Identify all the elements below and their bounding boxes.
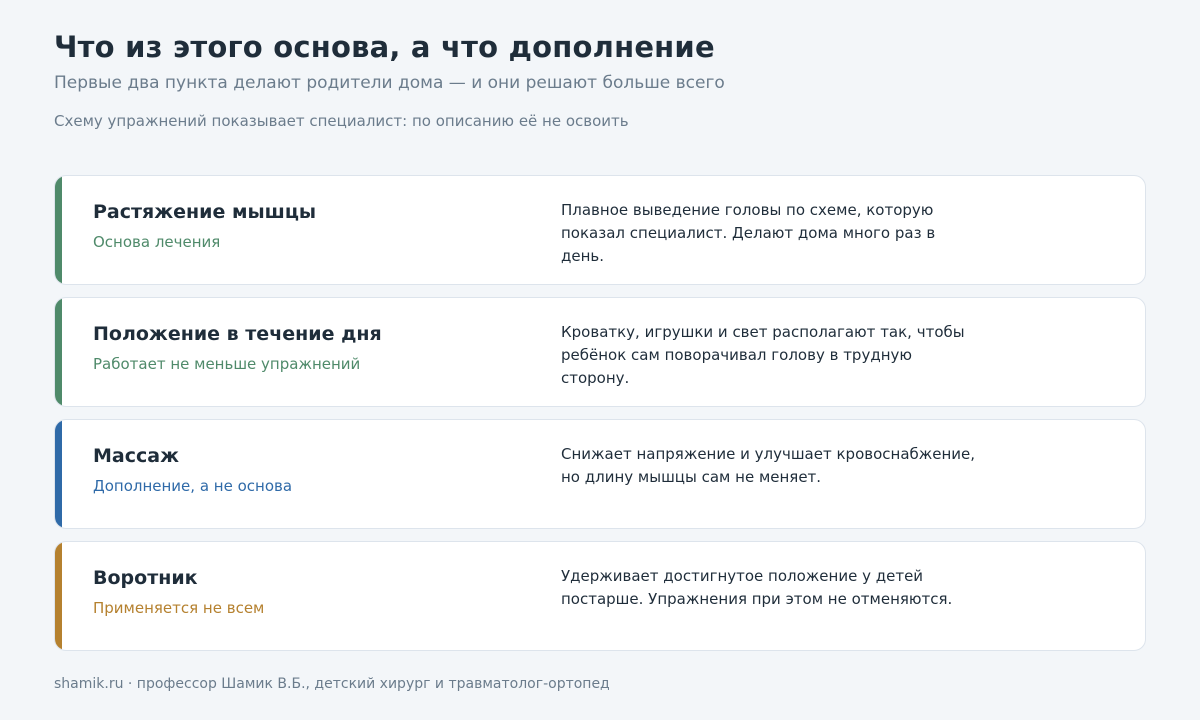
card-description: Снижает напряжение и улучшает кровоснабж… bbox=[561, 445, 976, 486]
card-heading: Воротник Применяется не всем bbox=[93, 566, 533, 618]
footer-credit: shamik.ru · профессор Шамик В.Б., детски… bbox=[54, 676, 610, 692]
card-title: Массаж bbox=[93, 445, 179, 467]
page-title: Что из этого основа, а что дополнение bbox=[54, 30, 715, 64]
card-positioning: Положение в течение дня Работает не мень… bbox=[54, 297, 1146, 407]
card-heading: Положение в течение дня Работает не мень… bbox=[93, 322, 533, 374]
card-description: Кроватку, игрушки и свет располагают так… bbox=[561, 323, 965, 387]
card-accent-bar bbox=[55, 176, 62, 284]
card-accent-bar bbox=[55, 542, 62, 650]
card-role: Работает не меньше упражнений bbox=[93, 355, 361, 373]
card-massage: Массаж Дополнение, а не основа Снижает н… bbox=[54, 419, 1146, 529]
card-stretching: Растяжение мышцы Основа лечения Плавное … bbox=[54, 175, 1146, 285]
card-accent-bar bbox=[55, 420, 62, 528]
card-heading: Растяжение мышцы Основа лечения bbox=[93, 200, 533, 252]
card-title: Положение в течение дня bbox=[93, 323, 382, 345]
card-description: Плавное выведение головы по схеме, котор… bbox=[561, 201, 936, 265]
page-subtitle: Первые два пункта делают родители дома —… bbox=[54, 73, 725, 93]
card-description: Удерживает достигнутое положение у детей… bbox=[561, 567, 953, 608]
card-title: Растяжение мышцы bbox=[93, 201, 317, 223]
card-role: Применяется не всем bbox=[93, 599, 265, 617]
card-collar: Воротник Применяется не всем Удерживает … bbox=[54, 541, 1146, 651]
page-note: Схему упражнений показывает специалист: … bbox=[54, 112, 629, 130]
card-heading: Массаж Дополнение, а не основа bbox=[93, 444, 533, 496]
page: Что из этого основа, а что дополнение Пе… bbox=[0, 0, 1200, 720]
card-role: Дополнение, а не основа bbox=[93, 477, 293, 495]
card-title: Воротник bbox=[93, 567, 198, 589]
treatment-list: Растяжение мышцы Основа лечения Плавное … bbox=[54, 175, 1146, 663]
card-role: Основа лечения bbox=[93, 233, 221, 251]
card-accent-bar bbox=[55, 298, 62, 406]
